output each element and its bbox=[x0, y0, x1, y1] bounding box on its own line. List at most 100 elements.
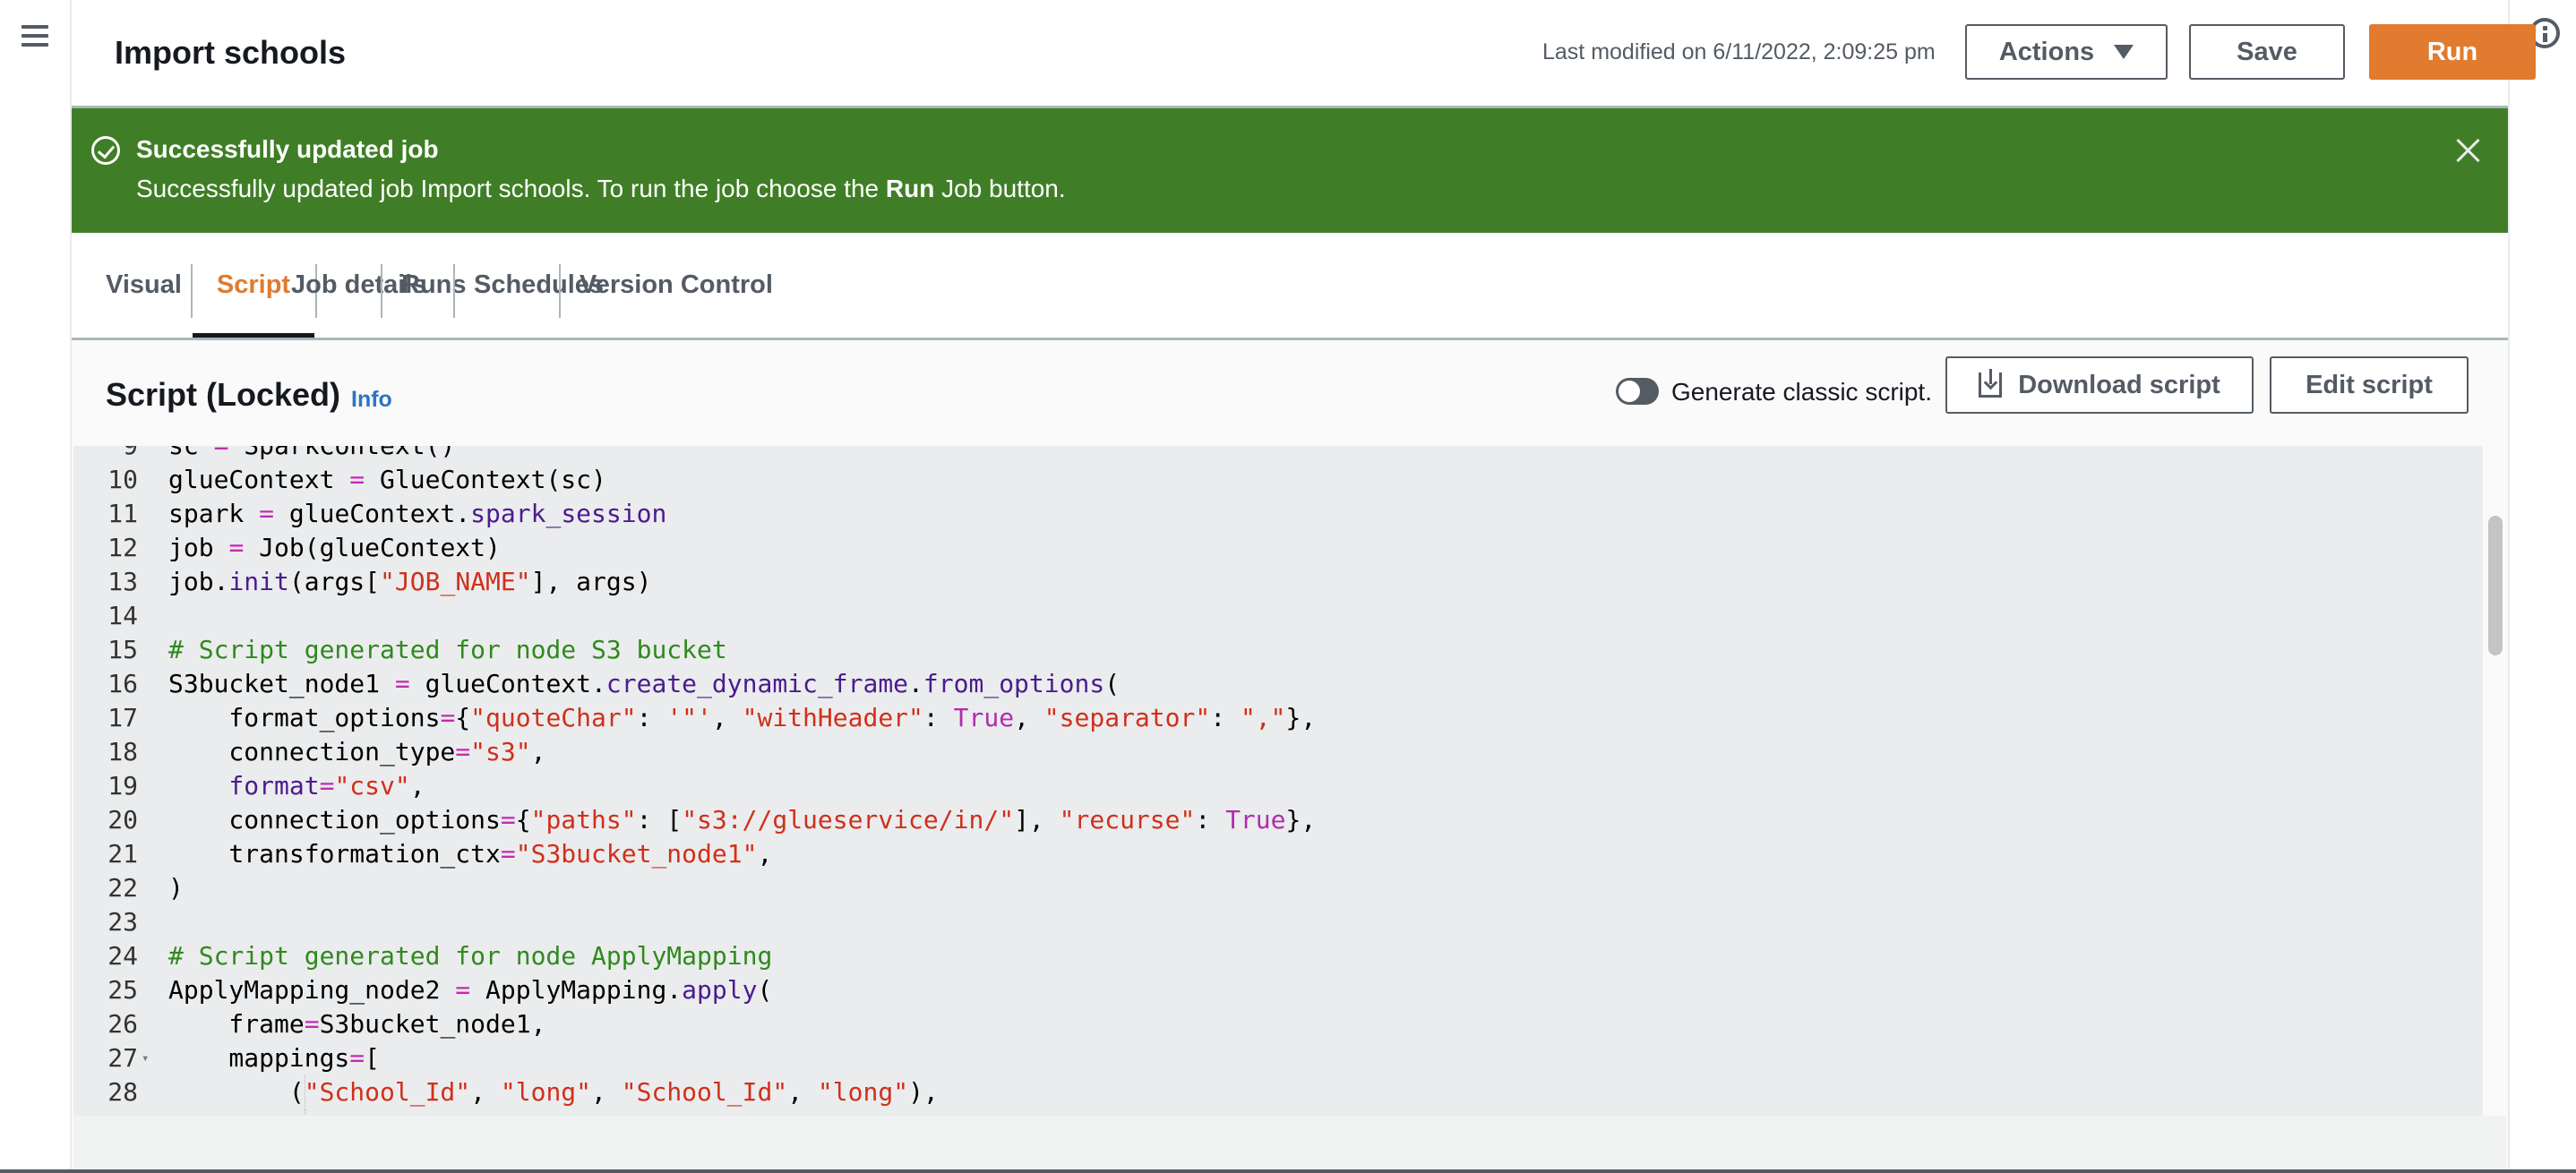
token-str: "long" bbox=[817, 1077, 909, 1107]
token: : bbox=[1195, 805, 1226, 835]
token-op: = bbox=[455, 737, 471, 766]
left-nav-rail bbox=[0, 0, 72, 1173]
token-op: = bbox=[349, 465, 365, 494]
check-circle-icon bbox=[91, 136, 120, 165]
edit-script-button[interactable]: Edit script bbox=[2270, 356, 2469, 414]
code-text: # Script generated for node ApplyMapping bbox=[168, 939, 772, 973]
token: ( bbox=[1104, 669, 1121, 698]
success-flash-banner: Successfully updated job Successfully up… bbox=[72, 106, 2508, 233]
token: : [ bbox=[636, 805, 683, 835]
flash-message: Successfully updated job Import schools.… bbox=[136, 175, 1066, 203]
token-op: = bbox=[394, 669, 410, 698]
token-fn: from_options bbox=[923, 669, 1105, 698]
fold-toggle-icon[interactable]: ▾ bbox=[142, 1041, 149, 1075]
token: job bbox=[168, 533, 229, 562]
right-tools-rail bbox=[2508, 0, 2576, 1173]
token: format_options bbox=[168, 703, 441, 732]
generate-classic-script-toggle[interactable] bbox=[1616, 378, 1659, 405]
flash-message-bold: Run bbox=[885, 175, 935, 202]
hamburger-menu-icon[interactable] bbox=[21, 25, 48, 47]
code-text: mappings=[ bbox=[168, 1041, 380, 1075]
token-cm: # Script generated for node S3 bucket bbox=[168, 635, 727, 664]
line-number: 14 bbox=[107, 601, 138, 630]
line-number: 15 bbox=[107, 635, 138, 664]
code-text: ("School_Id", "long", "School_Id", "long… bbox=[168, 1075, 939, 1109]
code-text: S3bucket_node1 = glueContext.create_dyna… bbox=[168, 667, 1120, 701]
panel-title: Script (Locked) bbox=[106, 376, 341, 413]
token-kw: True bbox=[1225, 805, 1286, 835]
token: { bbox=[455, 703, 471, 732]
code-text: frame=S3bucket_node1, bbox=[168, 1007, 545, 1041]
token: S3bucket_node1 bbox=[168, 669, 395, 698]
panel-footer bbox=[73, 1116, 2506, 1169]
token: , bbox=[757, 839, 773, 869]
tab-version-control[interactable]: Version Control bbox=[580, 233, 773, 338]
token-fn: create_dynamic_frame bbox=[605, 669, 909, 698]
token: connection_type bbox=[168, 737, 456, 766]
token: job. bbox=[168, 567, 229, 596]
line-number: 12 bbox=[107, 533, 138, 562]
line-number: 9 bbox=[73, 446, 138, 463]
tab-divider bbox=[453, 264, 455, 318]
page-header: Import schools Last modified on 6/11/202… bbox=[72, 0, 2536, 106]
token: mappings bbox=[168, 1043, 350, 1073]
tab-visual[interactable]: Visual bbox=[106, 233, 182, 338]
tab-runs[interactable]: Runs bbox=[401, 233, 467, 338]
line-number: 25 bbox=[107, 975, 138, 1005]
last-modified-text: Last modified on 6/11/2022, 2:09:25 pm bbox=[1542, 39, 1936, 64]
line-number: 27 bbox=[107, 1043, 138, 1073]
download-script-button[interactable]: Download script bbox=[1945, 356, 2254, 414]
tab-divider bbox=[559, 264, 561, 318]
download-icon bbox=[1979, 369, 2003, 398]
token: : bbox=[636, 703, 667, 732]
token: spark bbox=[168, 499, 260, 528]
token: SparkContext() bbox=[228, 446, 455, 460]
run-button[interactable]: Run bbox=[2369, 24, 2536, 80]
code-text: transformation_ctx="S3bucket_node1", bbox=[168, 837, 772, 871]
code-text: # Script generated for node S3 bucket bbox=[168, 633, 727, 667]
token: , bbox=[591, 1077, 622, 1107]
code-text: format_options={"quoteChar": '"', "withH… bbox=[168, 701, 1316, 735]
token: sc bbox=[168, 446, 214, 460]
token-fn: format bbox=[168, 771, 320, 801]
save-button[interactable]: Save bbox=[2189, 24, 2345, 80]
code-text: ) bbox=[168, 871, 184, 905]
token-str: "recurse" bbox=[1059, 805, 1196, 835]
line-number: 23 bbox=[107, 907, 138, 937]
code-text: sc = SparkContext() bbox=[168, 446, 455, 463]
token: (args[ bbox=[288, 567, 381, 596]
line-number: 16 bbox=[107, 669, 138, 698]
token: transformation_ctx bbox=[168, 839, 501, 869]
close-icon[interactable] bbox=[2451, 133, 2486, 169]
code-text: ApplyMapping_node2 = ApplyMapping.apply( bbox=[168, 973, 772, 1007]
token-str: "JOB_NAME" bbox=[380, 567, 531, 596]
page-title: Import schools bbox=[115, 34, 347, 71]
token-str: "paths" bbox=[530, 805, 637, 835]
job-tabs: Visual Script Job details Runs Schedules… bbox=[72, 233, 2508, 340]
line-number: 18 bbox=[107, 737, 138, 766]
download-label: Download script bbox=[2018, 370, 2220, 399]
token-op: = bbox=[214, 446, 229, 460]
line-number: 28 bbox=[107, 1077, 138, 1107]
token: glueContext. bbox=[274, 499, 471, 528]
token: ], args) bbox=[530, 567, 652, 596]
token: Job(glueContext) bbox=[244, 533, 501, 562]
code-text: connection_options={"paths": ["s3://glue… bbox=[168, 803, 1316, 837]
token: ], bbox=[1014, 805, 1060, 835]
actions-dropdown-button[interactable]: Actions bbox=[1965, 24, 2168, 80]
token: , bbox=[470, 1077, 501, 1107]
editor-scrollbar[interactable] bbox=[2483, 446, 2506, 1116]
token-str: "School_Id" bbox=[304, 1077, 471, 1107]
token: glueContext. bbox=[409, 669, 606, 698]
token-str: "s3://glueservice/in/" bbox=[682, 805, 1015, 835]
token: GlueContext(sc) bbox=[365, 465, 606, 494]
line-number: 13 bbox=[107, 567, 138, 596]
code-editor[interactable]: 9 sc = SparkContext() 10 glueContext = Glue… bbox=[73, 446, 2483, 1116]
code-text: format="csv", bbox=[168, 769, 425, 803]
info-link[interactable]: Info bbox=[351, 387, 392, 413]
scrollbar-thumb[interactable] bbox=[2488, 516, 2503, 655]
code-text: connection_type="s3", bbox=[168, 735, 545, 769]
line-number: 26 bbox=[107, 1009, 138, 1039]
code-text: glueContext = GlueContext(sc) bbox=[168, 463, 606, 497]
token: [ bbox=[365, 1043, 381, 1073]
